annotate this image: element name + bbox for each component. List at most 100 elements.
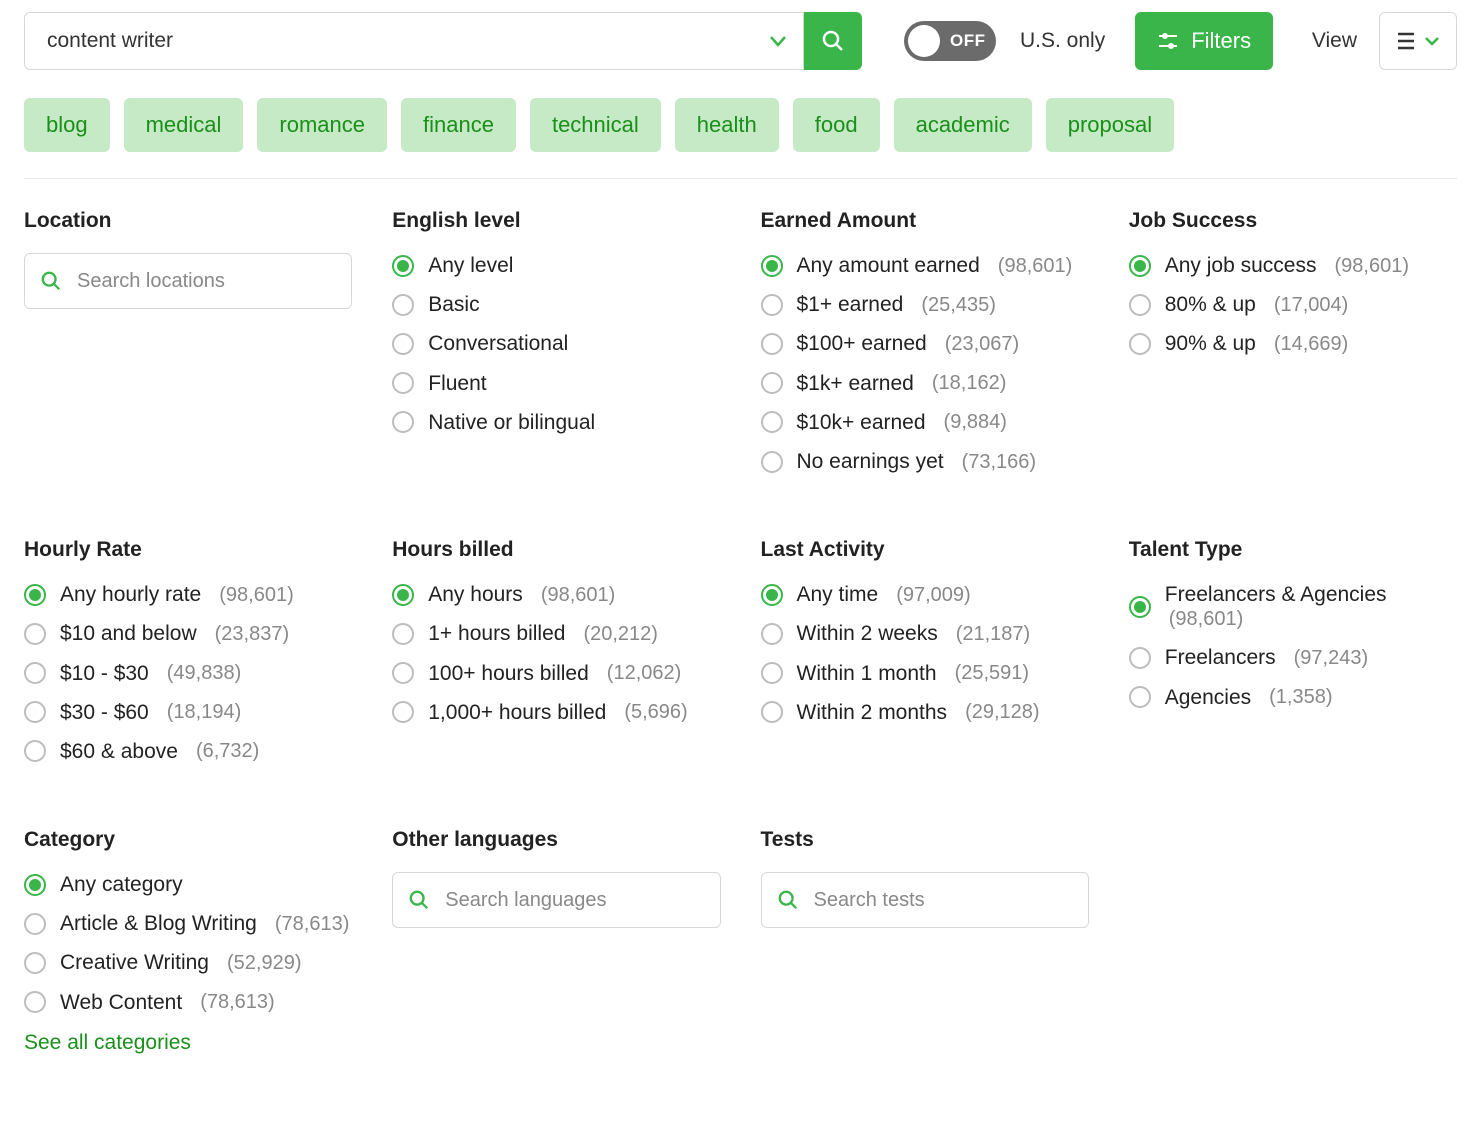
radio-icon <box>761 333 783 355</box>
toggle-knob <box>908 25 940 57</box>
radio-option[interactable]: Fluent <box>392 371 720 396</box>
section-title: Other languages <box>392 828 720 852</box>
radio-icon <box>24 874 46 896</box>
section-title: Job Success <box>1129 209 1457 233</box>
radio-icon <box>392 584 414 606</box>
chip[interactable]: proposal <box>1046 98 1174 152</box>
sliders-icon <box>1157 30 1179 52</box>
radio-option[interactable]: $10 - $30(49,838) <box>24 661 352 686</box>
radio-option[interactable]: Any amount earned(98,601) <box>761 253 1089 278</box>
section-title: Talent Type <box>1129 538 1457 562</box>
filter-talent-type: Talent Type Freelancers & Agencies(98,60… <box>1129 538 1457 778</box>
radio-option[interactable]: $30 - $60(18,194) <box>24 700 352 725</box>
search-icon <box>408 889 430 911</box>
radio-icon <box>1129 255 1151 277</box>
see-all-categories-link[interactable]: See all categories <box>24 1031 352 1055</box>
radio-icon <box>761 294 783 316</box>
radio-option[interactable]: $1+ earned(25,435) <box>761 292 1089 317</box>
languages-input[interactable] <box>392 872 720 928</box>
radio-option[interactable]: 1,000+ hours billed(5,696) <box>392 700 720 725</box>
radio-icon <box>392 294 414 316</box>
radio-option[interactable]: $60 & above(6,732) <box>24 739 352 764</box>
filter-earned-amount: Earned Amount Any amount earned(98,601) … <box>761 209 1089 488</box>
location-input[interactable] <box>24 253 352 309</box>
radio-option[interactable]: Creative Writing(52,929) <box>24 950 352 975</box>
chip[interactable]: medical <box>124 98 244 152</box>
chip[interactable]: food <box>793 98 880 152</box>
radio-icon <box>24 623 46 645</box>
radio-option[interactable]: Freelancers(97,243) <box>1129 645 1457 670</box>
radio-option[interactable]: Agencies(1,358) <box>1129 685 1457 710</box>
radio-icon <box>761 623 783 645</box>
filters-button[interactable]: Filters <box>1135 12 1273 70</box>
radio-icon <box>761 411 783 433</box>
chip[interactable]: romance <box>257 98 387 152</box>
radio-option[interactable]: No earnings yet(73,166) <box>761 449 1089 474</box>
chip[interactable]: technical <box>530 98 661 152</box>
radio-option[interactable]: Within 2 months(29,128) <box>761 700 1089 725</box>
radio-icon <box>24 952 46 974</box>
search-button[interactable] <box>804 12 862 70</box>
radio-option[interactable]: $100+ earned(23,067) <box>761 331 1089 356</box>
section-title: Category <box>24 828 352 852</box>
filter-tests: Tests <box>761 828 1089 1055</box>
radio-option[interactable]: 80% & up(17,004) <box>1129 292 1457 317</box>
radio-option[interactable]: $10 and below(23,837) <box>24 621 352 646</box>
us-only-toggle[interactable]: OFF <box>904 21 996 61</box>
chip[interactable]: health <box>675 98 779 152</box>
search-input[interactable] <box>24 12 804 70</box>
radio-option[interactable]: Any category <box>24 872 352 897</box>
section-title: English level <box>392 209 720 233</box>
radio-icon <box>761 662 783 684</box>
radio-icon <box>392 662 414 684</box>
radio-option[interactable]: Within 2 weeks(21,187) <box>761 621 1089 646</box>
search-icon <box>40 270 62 292</box>
chip[interactable]: finance <box>401 98 516 152</box>
radio-option[interactable]: Any level <box>392 253 720 278</box>
radio-icon <box>392 623 414 645</box>
search-icon <box>777 889 799 911</box>
radio-option[interactable]: Any time(97,009) <box>761 582 1089 607</box>
radio-icon <box>1129 294 1151 316</box>
radio-icon <box>24 913 46 935</box>
radio-option[interactable]: $10k+ earned(9,884) <box>761 410 1089 435</box>
radio-option[interactable]: Web Content(78,613) <box>24 990 352 1015</box>
radio-option[interactable]: $1k+ earned(18,162) <box>761 371 1089 396</box>
filter-hours-billed: Hours billed Any hours(98,601) 1+ hours … <box>392 538 720 778</box>
chevron-down-icon <box>1424 33 1440 49</box>
radio-option[interactable]: 1+ hours billed(20,212) <box>392 621 720 646</box>
radio-option[interactable]: Article & Blog Writing(78,613) <box>24 911 352 936</box>
radio-icon <box>761 584 783 606</box>
chip[interactable]: blog <box>24 98 110 152</box>
radio-option[interactable]: Native or bilingual <box>392 410 720 435</box>
search-bar <box>24 12 862 70</box>
radio-option[interactable]: 90% & up(14,669) <box>1129 331 1457 356</box>
toggle-state-label: OFF <box>950 31 986 51</box>
suggestion-chips: blog medical romance finance technical h… <box>24 98 1457 152</box>
radio-option[interactable]: Conversational <box>392 331 720 356</box>
radio-option[interactable]: Any hourly rate(98,601) <box>24 582 352 607</box>
radio-icon <box>392 255 414 277</box>
radio-icon <box>392 333 414 355</box>
section-title: Location <box>24 209 352 233</box>
view-select[interactable] <box>1379 12 1457 70</box>
filter-english-level: English level Any level Basic Conversati… <box>392 209 720 488</box>
section-title: Earned Amount <box>761 209 1089 233</box>
us-only-label: U.S. only <box>1020 29 1105 53</box>
tests-input[interactable] <box>761 872 1089 928</box>
chip[interactable]: academic <box>894 98 1032 152</box>
section-title: Hours billed <box>392 538 720 562</box>
section-title: Last Activity <box>761 538 1089 562</box>
radio-option[interactable]: Within 1 month(25,591) <box>761 661 1089 686</box>
radio-option[interactable]: Freelancers & Agencies(98,601) <box>1129 582 1457 631</box>
radio-option[interactable]: Any job success(98,601) <box>1129 253 1457 278</box>
radio-icon <box>24 701 46 723</box>
radio-option[interactable]: Any hours(98,601) <box>392 582 720 607</box>
filter-other-languages: Other languages <box>392 828 720 1055</box>
radio-icon <box>761 451 783 473</box>
radio-option[interactable]: 100+ hours billed(12,062) <box>392 661 720 686</box>
radio-icon <box>24 662 46 684</box>
radio-icon <box>392 411 414 433</box>
radio-icon <box>24 584 46 606</box>
radio-option[interactable]: Basic <box>392 292 720 317</box>
